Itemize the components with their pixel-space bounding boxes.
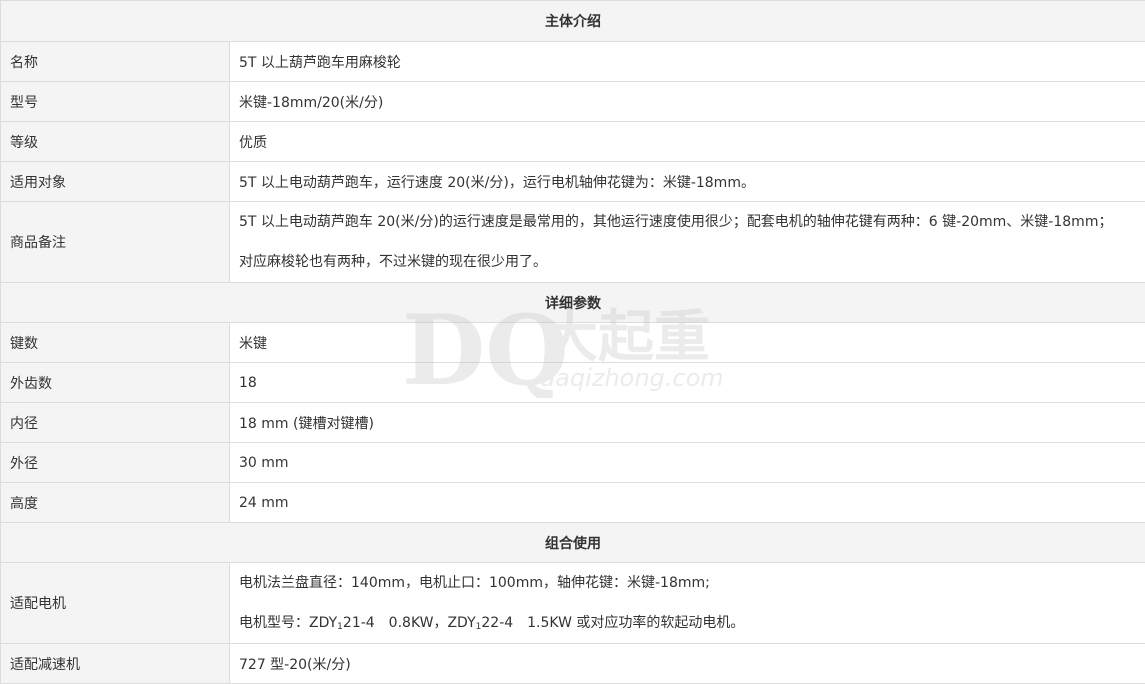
- spec-table: 主体介绍 名称 5T 以上葫芦跑车用麻梭轮 型号 米键-18mm/20(米/分)…: [0, 0, 1145, 684]
- motor-model-prefix: 电机型号：ZDY: [239, 615, 338, 631]
- remark-value: 5T 以上电动葫芦跑车 20(米/分)的运行速度是最常用的，其他运行速度使用很少…: [229, 201, 1145, 283]
- target-value: 5T 以上电动葫芦跑车，运行速度 20(米/分)，运行电机轴伸花键为：米键-18…: [229, 161, 1145, 202]
- grade-label: 等级: [0, 121, 230, 162]
- height-value: 24 mm: [229, 482, 1145, 523]
- target-label: 适用对象: [0, 161, 230, 202]
- table-row: 高度 24 mm: [0, 482, 1145, 523]
- table-row: 适配电机 电机法兰盘直径：140mm，电机止口：100mm，轴伸花键：米键-18…: [0, 562, 1145, 644]
- teeth-label: 外齿数: [0, 362, 230, 403]
- table-row: 内径 18 mm (键槽对键槽): [0, 402, 1145, 443]
- teeth-value: 18: [229, 362, 1145, 403]
- outer-diameter-value: 30 mm: [229, 442, 1145, 483]
- table-row: 型号 米键-18mm/20(米/分): [0, 81, 1145, 122]
- table-row: 等级 优质: [0, 121, 1145, 162]
- section-row-details: 详细参数: [0, 282, 1145, 323]
- table-row: 键数 米键: [0, 322, 1145, 363]
- section-title-details: 详细参数: [0, 282, 1145, 323]
- section-title-intro: 主体介绍: [0, 0, 1145, 42]
- name-value: 5T 以上葫芦跑车用麻梭轮: [229, 41, 1145, 82]
- outer-diameter-label: 外径: [0, 442, 230, 483]
- motor-line-2: 电机型号：ZDY121-4 0.8KW，ZDY122-4 1.5KW 或对应功率…: [239, 603, 1145, 643]
- reducer-label: 适配减速机: [0, 643, 230, 684]
- model-value: 米键-18mm/20(米/分): [229, 81, 1145, 122]
- remark-line-2: 对应麻梭轮也有两种，不过米键的现在很少用了。: [239, 254, 547, 270]
- motor-label: 适配电机: [0, 562, 230, 644]
- table-row: 外齿数 18: [0, 362, 1145, 403]
- motor-model-middle: 21-4 0.8KW，ZDY: [342, 615, 476, 631]
- table-row: 外径 30 mm: [0, 442, 1145, 483]
- reducer-value: 727 型-20(米/分): [229, 643, 1145, 684]
- table-row: 名称 5T 以上葫芦跑车用麻梭轮: [0, 41, 1145, 82]
- inner-diameter-label: 内径: [0, 402, 230, 443]
- section-row-combo: 组合使用: [0, 522, 1145, 563]
- remark-line-1: 5T 以上电动葫芦跑车 20(米/分)的运行速度是最常用的，其他运行速度使用很少…: [239, 214, 1113, 230]
- remark-label: 商品备注: [0, 201, 230, 283]
- keys-value: 米键: [229, 322, 1145, 363]
- model-label: 型号: [0, 81, 230, 122]
- motor-model-suffix: 22-4 1.5KW 或对应功率的软起动电机。: [481, 615, 745, 631]
- table-row: 商品备注 5T 以上电动葫芦跑车 20(米/分)的运行速度是最常用的，其他运行速…: [0, 201, 1145, 283]
- name-label: 名称: [0, 41, 230, 82]
- table-row: 适用对象 5T 以上电动葫芦跑车，运行速度 20(米/分)，运行电机轴伸花键为：…: [0, 161, 1145, 202]
- section-title-combo: 组合使用: [0, 522, 1145, 563]
- inner-diameter-value: 18 mm (键槽对键槽): [229, 402, 1145, 443]
- height-label: 高度: [0, 482, 230, 523]
- table-row: 适配减速机 727 型-20(米/分): [0, 643, 1145, 684]
- keys-label: 键数: [0, 322, 230, 363]
- grade-value: 优质: [229, 121, 1145, 162]
- section-row-intro: 主体介绍: [0, 0, 1145, 42]
- motor-line-1: 电机法兰盘直径：140mm，电机止口：100mm，轴伸花键：米键-18mm;: [239, 575, 710, 591]
- motor-value: 电机法兰盘直径：140mm，电机止口：100mm，轴伸花键：米键-18mm; 电…: [229, 562, 1145, 644]
